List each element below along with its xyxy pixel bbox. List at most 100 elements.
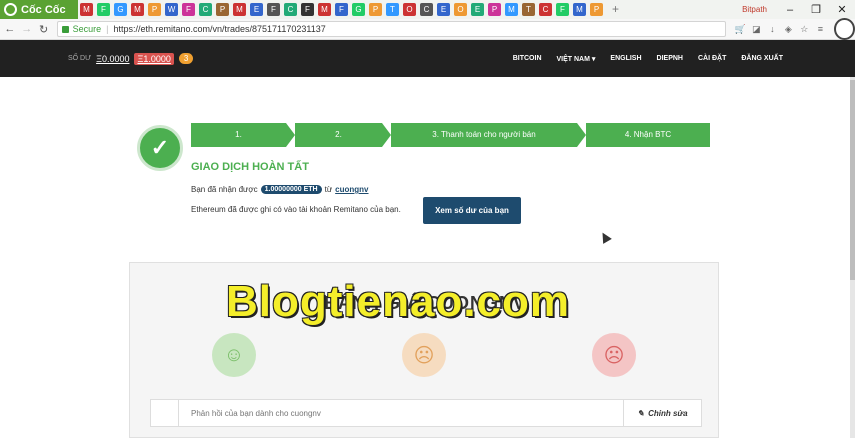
- minimize-icon[interactable]: –: [777, 4, 803, 16]
- translate-icon[interactable]: ◪: [750, 23, 762, 35]
- angry-face-icon[interactable]: ☹: [592, 333, 636, 377]
- window-controls: – ❐ ✕: [777, 0, 855, 19]
- edit-button[interactable]: ✎ Chỉnh sửa: [623, 400, 701, 426]
- tab-icon[interactable]: C: [539, 3, 552, 16]
- coccoc-logo-icon: [4, 3, 17, 16]
- tab-icon[interactable]: G: [352, 3, 365, 16]
- forward-arrow-icon[interactable]: →: [20, 23, 34, 35]
- notification-badge[interactable]: 3: [178, 53, 194, 64]
- back-arrow-icon[interactable]: ←: [3, 23, 17, 35]
- tab-icon[interactable]: W: [165, 3, 178, 16]
- received-prefix: Bạn đã nhận được: [191, 185, 258, 194]
- tab-icon[interactable]: E: [471, 3, 484, 16]
- tab-icon[interactable]: P: [148, 3, 161, 16]
- mouse-cursor-icon: [598, 230, 612, 244]
- secure-label: Secure: [72, 24, 102, 34]
- toolbar-icons: 🛒 ◪ ↓ ◈ ☆ ≡: [732, 23, 828, 35]
- step-arrow: [577, 123, 586, 147]
- download-icon[interactable]: ↓: [766, 23, 778, 35]
- tab-icon[interactable]: F: [335, 3, 348, 16]
- menu-logout[interactable]: ĐĂNG XUẤT: [741, 55, 783, 62]
- tab-icon[interactable]: C: [420, 3, 433, 16]
- bookmark-star-icon[interactable]: ☆: [798, 23, 810, 35]
- feedback-input-prefix: [151, 400, 179, 426]
- step-arrow: [286, 123, 295, 147]
- browser-profile[interactable]: Bitpath: [742, 5, 767, 14]
- step-1: 1.: [191, 123, 286, 147]
- tab-icon[interactable]: C: [284, 3, 297, 16]
- tab-icon[interactable]: M: [131, 3, 144, 16]
- from-label: từ: [324, 185, 333, 194]
- trade-status-title: GIAO DỊCH HOÀN TẤT: [191, 161, 309, 173]
- close-icon[interactable]: ✕: [829, 3, 855, 16]
- counterparty-link[interactable]: cuongnv: [335, 185, 368, 194]
- happy-face-icon[interactable]: ☺: [212, 333, 256, 377]
- tab-icon[interactable]: F: [182, 3, 195, 16]
- step-arrow: [382, 123, 391, 147]
- tab-icon[interactable]: F: [556, 3, 569, 16]
- balance-eth-link[interactable]: Ξ0.0000: [96, 54, 129, 64]
- tab-icon[interactable]: M: [233, 3, 246, 16]
- step-4: 4. Nhận BTC: [586, 123, 710, 147]
- url-separator: |: [106, 24, 109, 34]
- view-balance-button[interactable]: Xem số dư của bạn: [423, 197, 521, 224]
- balance-label: SỐ DƯ: [68, 55, 92, 62]
- tab-icon[interactable]: P: [590, 3, 603, 16]
- feedback-input-group: ✎ Chỉnh sửa: [150, 399, 702, 427]
- tab-icon[interactable]: T: [386, 3, 399, 16]
- tab-icon[interactable]: P: [369, 3, 382, 16]
- menu-user[interactable]: DIEPNH: [657, 55, 683, 62]
- tab-icon[interactable]: C: [199, 3, 212, 16]
- tab-icon[interactable]: M: [80, 3, 93, 16]
- extension-icon[interactable]: ◈: [782, 23, 794, 35]
- browser-brand[interactable]: Cốc Cốc: [0, 0, 78, 19]
- tab-icon[interactable]: T: [522, 3, 535, 16]
- tab-icon[interactable]: M: [505, 3, 518, 16]
- tab-icon[interactable]: P: [216, 3, 229, 16]
- browser-brand-label: Cốc Cốc: [21, 3, 66, 16]
- tab-icon[interactable]: M: [573, 3, 586, 16]
- tab-icon[interactable]: F: [97, 3, 110, 16]
- header-menu: BITCOIN VIỆT NAM ▾ ENGLISH DIEPNH CÀI ĐẶ…: [498, 55, 783, 63]
- menu-country[interactable]: VIỆT NAM ▾: [557, 55, 596, 63]
- tab-icon[interactable]: E: [250, 3, 263, 16]
- tab-icon[interactable]: O: [454, 3, 467, 16]
- lock-icon: [61, 25, 69, 33]
- pencil-icon: ✎: [637, 408, 645, 418]
- url-input[interactable]: Secure | https://eth.remitano.com/vn/tra…: [56, 21, 727, 37]
- restore-icon[interactable]: ❐: [803, 3, 829, 16]
- url-text: https://eth.remitano.com/vn/trades/87517…: [113, 24, 326, 34]
- tab-icon[interactable]: M: [318, 3, 331, 16]
- amount-badge: 1.00000000 ETH: [260, 185, 322, 194]
- menu-settings[interactable]: CÀI ĐẶT: [698, 55, 726, 62]
- tab-icon[interactable]: E: [437, 3, 450, 16]
- browser-tab-bar: Cốc Cốc M F G M P W F C P M E F C F M F …: [0, 0, 855, 19]
- trade-stepper: 1. 2. 3. Thanh toán cho người bán 4. Nhậ…: [191, 123, 710, 147]
- received-line: Bạn đã nhận được 1.00000000 ETH từ cuong…: [191, 185, 369, 194]
- feedback-input[interactable]: [179, 401, 623, 425]
- menu-icon[interactable]: ≡: [814, 23, 826, 35]
- cart-icon[interactable]: 🛒: [734, 23, 746, 35]
- tab-icon[interactable]: F: [301, 3, 314, 16]
- tab-icon[interactable]: F: [267, 3, 280, 16]
- checkmark-icon: ✓: [137, 125, 183, 171]
- neutral-face-icon[interactable]: ☹: [402, 333, 446, 377]
- edit-button-label: Chỉnh sửa: [648, 408, 688, 418]
- locked-balance-link[interactable]: Ξ1.0000: [134, 52, 174, 65]
- new-tab-plus-icon[interactable]: +: [609, 3, 622, 16]
- site-header: SỐ DƯ Ξ0.0000 Ξ1.0000 3 BITCOIN VIỆT NAM…: [0, 40, 855, 77]
- watermark-text: Blogtienao.com: [226, 277, 571, 326]
- menu-language[interactable]: ENGLISH: [610, 55, 641, 62]
- tab-icon[interactable]: O: [403, 3, 416, 16]
- tab-icon[interactable]: P: [488, 3, 501, 16]
- step-3: 3. Thanh toán cho người bán: [391, 123, 577, 147]
- page-scrollbar-thumb[interactable]: [850, 80, 855, 280]
- step-2: 2.: [295, 123, 382, 147]
- profile-circle-icon[interactable]: [834, 18, 855, 40]
- reload-icon[interactable]: ↻: [37, 23, 51, 36]
- credited-text: Ethereum đã được ghi có vào tài khoản Re…: [191, 205, 401, 214]
- tab-icon[interactable]: G: [114, 3, 127, 16]
- pinned-tabs: M F G M P W F C P M E F C F M F G P T O …: [78, 0, 742, 19]
- menu-bitcoin[interactable]: BITCOIN: [513, 55, 542, 62]
- address-bar: ← → ↻ Secure | https://eth.remitano.com/…: [0, 18, 855, 40]
